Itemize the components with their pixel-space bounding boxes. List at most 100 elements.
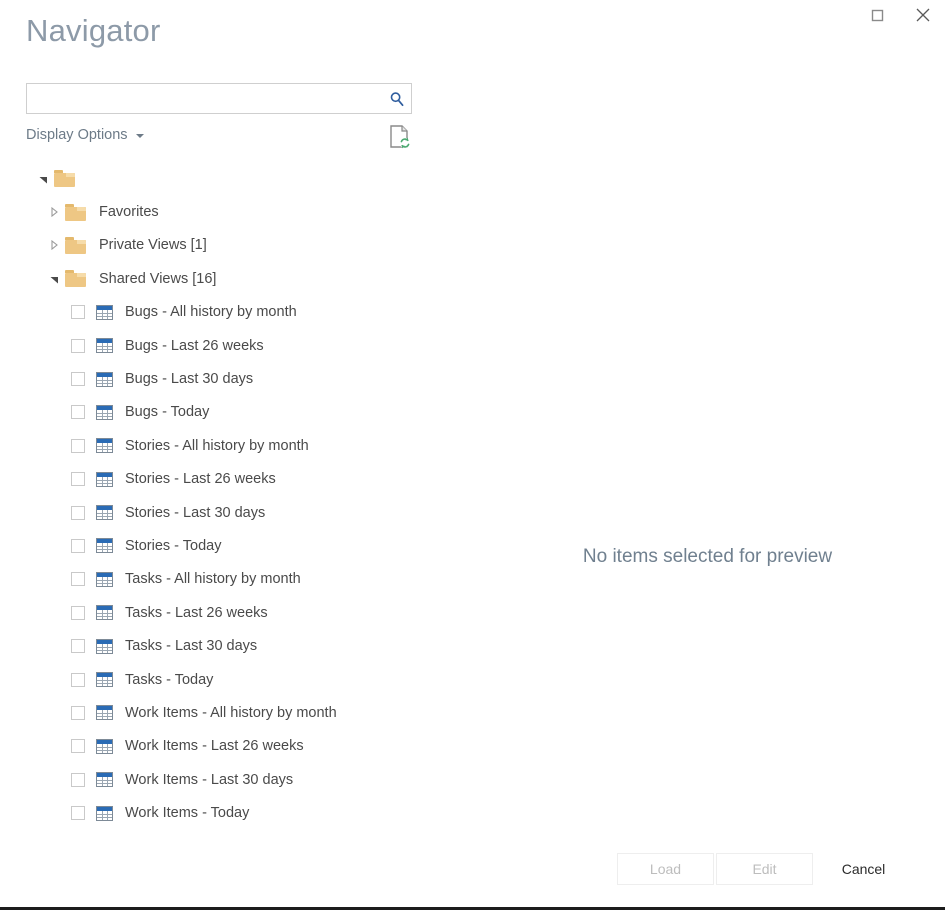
item-checkbox[interactable] xyxy=(71,538,85,553)
tree-item-label: Tasks - Last 30 days xyxy=(125,638,258,655)
table-icon xyxy=(96,404,113,420)
tree-folder-label: Private Views [1] xyxy=(99,237,207,254)
item-checkbox[interactable] xyxy=(71,639,85,654)
tree-item-label: Work Items - Last 30 days xyxy=(125,771,294,788)
window-controls xyxy=(855,0,945,34)
item-checkbox[interactable] xyxy=(71,438,85,453)
maximize-icon xyxy=(871,9,884,22)
load-button[interactable]: Load xyxy=(617,853,714,885)
tree-item[interactable]: Stories - Today xyxy=(0,529,470,562)
tree-item[interactable]: Bugs - Last 26 weeks xyxy=(0,329,470,362)
table-icon xyxy=(96,672,113,688)
tree-item-label: Bugs - All history by month xyxy=(125,304,297,321)
table-icon xyxy=(96,538,113,554)
table-icon xyxy=(96,605,113,621)
navigation-tree: Favorites Private Views [1] Shared Views… xyxy=(0,162,470,830)
edit-button[interactable]: Edit xyxy=(716,853,813,885)
folder-icon xyxy=(54,170,75,188)
table-icon xyxy=(96,471,113,487)
tree-item[interactable]: Stories - Last 26 weeks xyxy=(0,463,470,496)
dialog-footer: Load Edit Cancel xyxy=(0,853,945,885)
table-icon xyxy=(96,772,113,788)
folder-icon xyxy=(65,270,86,288)
item-checkbox[interactable] xyxy=(71,338,85,353)
tree-item-label: Tasks - Today xyxy=(125,671,214,688)
preview-pane: No items selected for preview xyxy=(470,162,945,822)
table-icon xyxy=(96,571,113,587)
tree-folder-label: Favorites xyxy=(99,204,159,221)
table-icon xyxy=(96,738,113,754)
chevron-down-icon xyxy=(135,134,144,138)
tree-item[interactable]: Stories - Last 30 days xyxy=(0,496,470,529)
tree-item-list: Bugs - All history by month Bugs - Last 2… xyxy=(0,296,470,830)
table-icon xyxy=(96,304,113,320)
item-checkbox[interactable] xyxy=(71,806,85,821)
tree-item-label: Stories - Last 30 days xyxy=(125,504,266,521)
tree-folder-label: Shared Views [16] xyxy=(99,270,217,287)
tree-item[interactable]: Bugs - All history by month xyxy=(0,296,470,329)
tree-folder-favorites[interactable]: Favorites xyxy=(0,195,470,228)
tree-item-label: Stories - Last 26 weeks xyxy=(125,471,276,488)
tree-item-label: Work Items - Last 26 weeks xyxy=(125,738,304,755)
tree-item[interactable]: Work Items - Today xyxy=(0,796,470,829)
tree-item[interactable]: Stories - All history by month xyxy=(0,429,470,462)
item-checkbox[interactable] xyxy=(71,572,85,587)
table-icon xyxy=(96,505,113,521)
tree-root-node[interactable] xyxy=(0,162,470,195)
tree-item-label: Work Items - All history by month xyxy=(125,704,337,721)
item-checkbox[interactable] xyxy=(71,672,85,687)
search-input[interactable] xyxy=(32,84,383,113)
item-checkbox[interactable] xyxy=(71,705,85,720)
expand-arrow-icon[interactable] xyxy=(45,237,63,253)
tree-item[interactable]: Tasks - Today xyxy=(0,663,470,696)
tree-item[interactable]: Tasks - All history by month xyxy=(0,563,470,596)
table-icon xyxy=(96,705,113,721)
item-checkbox[interactable] xyxy=(71,405,85,420)
table-icon xyxy=(96,438,113,454)
expand-arrow-icon[interactable] xyxy=(45,204,63,220)
close-icon xyxy=(915,7,931,23)
tree-item[interactable]: Tasks - Last 30 days xyxy=(0,629,470,662)
collapse-arrow-icon[interactable] xyxy=(45,271,63,287)
cancel-button[interactable]: Cancel xyxy=(815,853,912,885)
item-checkbox[interactable] xyxy=(71,739,85,754)
tree-item[interactable]: Bugs - Last 30 days xyxy=(0,362,470,395)
tree-item-label: Tasks - Last 26 weeks xyxy=(125,604,268,621)
tree-item-label: Stories - All history by month xyxy=(125,437,309,454)
item-checkbox[interactable] xyxy=(71,505,85,520)
display-options-label: Display Options xyxy=(26,127,128,143)
tree-item-label: Bugs - Last 26 weeks xyxy=(125,337,264,354)
tree-item[interactable]: Tasks - Last 26 weeks xyxy=(0,596,470,629)
item-checkbox[interactable] xyxy=(71,472,85,487)
table-icon xyxy=(96,805,113,821)
tree-folder-shared-views[interactable]: Shared Views [16] xyxy=(0,262,470,295)
preview-empty-message: No items selected for preview xyxy=(582,546,833,567)
item-checkbox[interactable] xyxy=(71,372,85,387)
item-checkbox[interactable] xyxy=(71,305,85,320)
navigator-dialog: Navigator Display Options Favorites Priv… xyxy=(0,0,945,910)
close-button[interactable] xyxy=(900,0,945,30)
search-icon[interactable] xyxy=(383,91,411,107)
folder-icon xyxy=(65,203,86,221)
tree-item[interactable]: Bugs - Today xyxy=(0,396,470,429)
tree-folder-private-views[interactable]: Private Views [1] xyxy=(0,229,470,262)
table-icon xyxy=(96,338,113,354)
refresh-document-icon[interactable] xyxy=(388,124,412,150)
tree-item-label: Bugs - Last 30 days xyxy=(125,371,254,388)
search-box[interactable] xyxy=(26,83,412,114)
tree-item-label: Stories - Today xyxy=(125,537,222,554)
tree-item[interactable]: Work Items - All history by month xyxy=(0,696,470,729)
tree-item-label: Bugs - Today xyxy=(125,404,210,421)
tree-item[interactable]: Work Items - Last 30 days xyxy=(0,763,470,796)
table-icon xyxy=(96,371,113,387)
folder-icon xyxy=(65,236,86,254)
page-title: Navigator xyxy=(26,13,161,48)
maximize-button[interactable] xyxy=(855,0,900,30)
tree-item[interactable]: Work Items - Last 26 weeks xyxy=(0,730,470,763)
collapse-arrow-icon[interactable] xyxy=(34,171,52,187)
item-checkbox[interactable] xyxy=(71,772,85,787)
display-options-dropdown[interactable]: Display Options xyxy=(26,127,144,143)
tree-item-label: Work Items - Today xyxy=(125,805,250,822)
tree-item-label: Tasks - All history by month xyxy=(125,571,301,588)
item-checkbox[interactable] xyxy=(71,605,85,620)
